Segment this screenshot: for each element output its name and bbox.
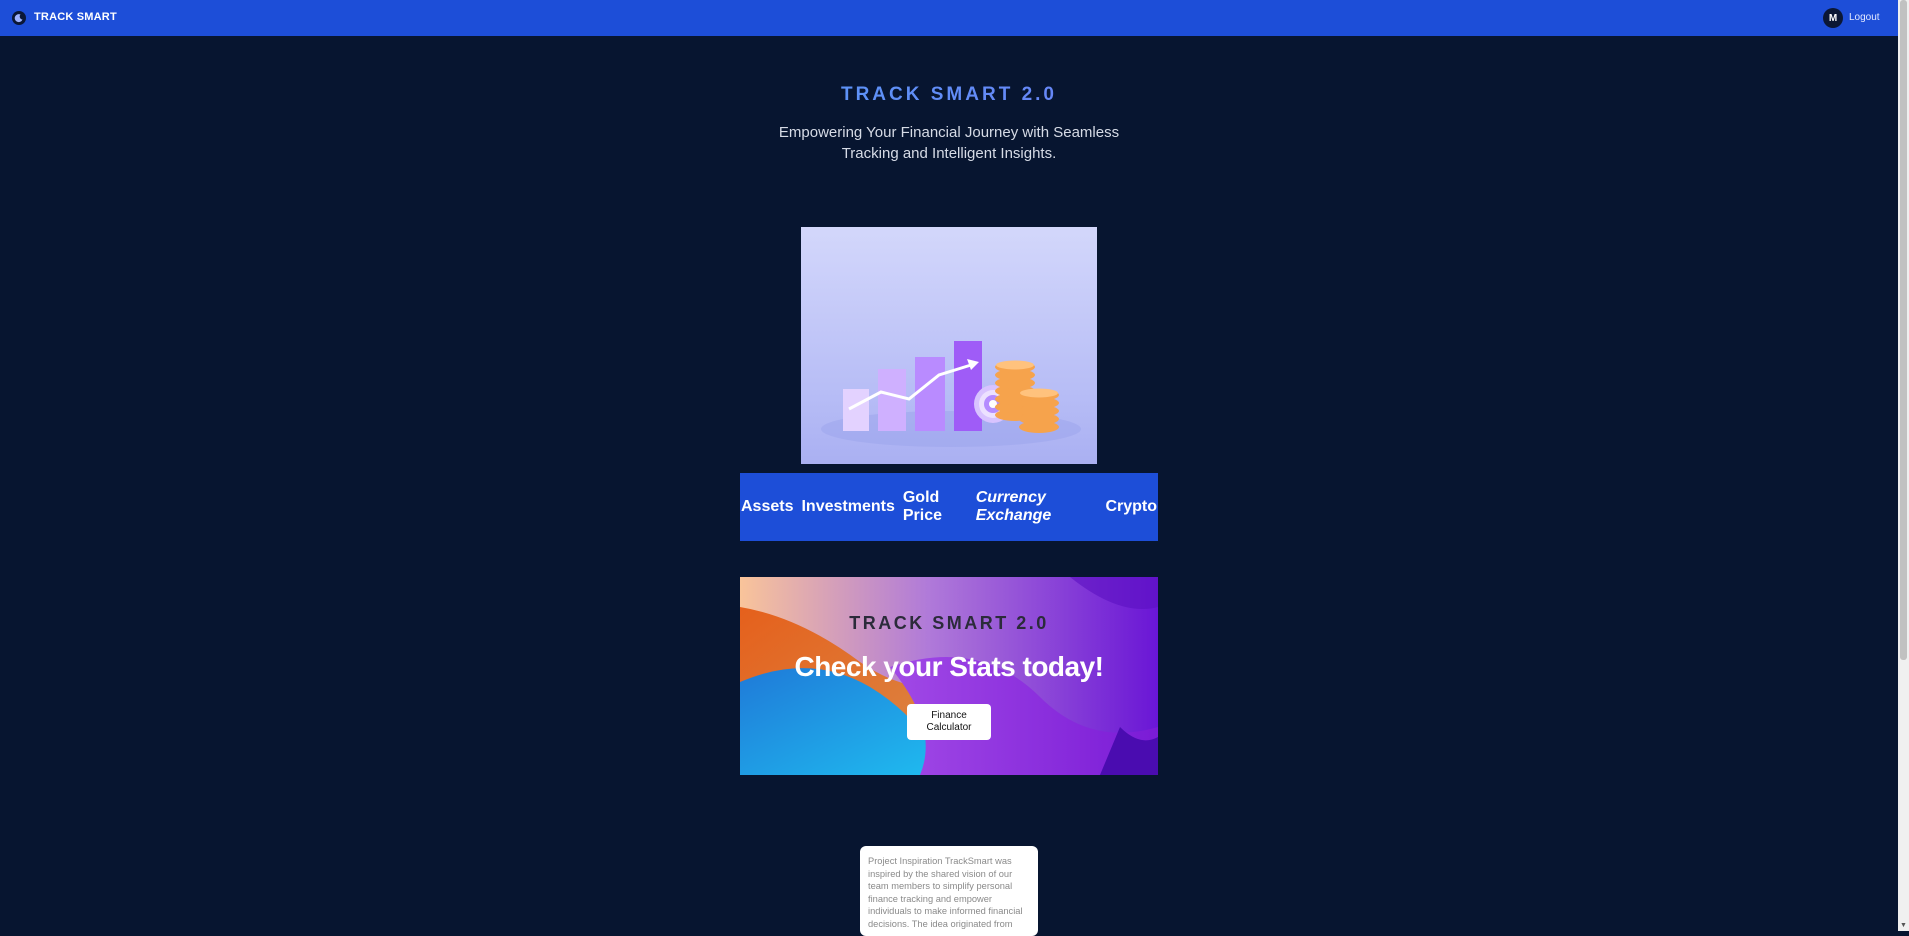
nav-investments[interactable]: Investments — [800, 498, 895, 516]
project-inspiration-card: Project Inspiration TrackSmart was inspi… — [860, 846, 1038, 936]
nav-crypto[interactable]: Crypto — [1104, 498, 1158, 516]
brand-title[interactable]: TRACK SMART — [34, 11, 117, 23]
promo-headline: Check your Stats today! — [794, 651, 1104, 682]
nav-currency-exchange[interactable]: Currency Exchange — [975, 489, 1099, 525]
feature-nav: Assets Investments Gold Price Currency E… — [740, 473, 1158, 541]
nav-gold-price[interactable]: Gold Price — [902, 489, 969, 525]
finance-calculator-button[interactable]: Finance Calculator — [907, 704, 991, 740]
scrollbar-thumb[interactable] — [1900, 0, 1907, 660]
theme-toggle-icon[interactable] — [12, 11, 26, 25]
page-subtitle: Empowering Your Financial Journey with S… — [778, 124, 1120, 162]
promo-banner: TRACK SMART 2.0 Check your Stats today! … — [740, 577, 1158, 775]
growth-chart-illustration — [801, 227, 1097, 464]
avatar[interactable]: M — [1823, 8, 1843, 28]
promo-title: TRACK SMART 2.0 — [849, 613, 1049, 633]
scroll-down-arrow-icon[interactable]: ▼ — [1900, 922, 1907, 929]
top-navbar: TRACK SMART M Logout — [0, 0, 1898, 36]
page-title: TRACK SMART 2.0 — [0, 84, 1898, 106]
nav-assets[interactable]: Assets — [740, 498, 794, 516]
logout-link[interactable]: Logout — [1849, 12, 1880, 23]
project-inspiration-text: Project Inspiration TrackSmart was inspi… — [868, 856, 1023, 929]
